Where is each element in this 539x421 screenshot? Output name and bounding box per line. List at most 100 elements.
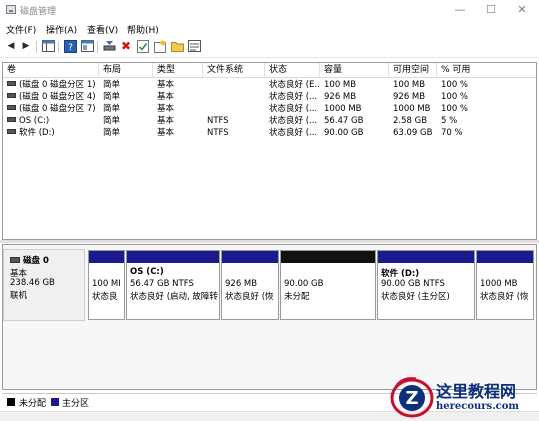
disk-management-app-icon: [6, 5, 16, 14]
view-icon[interactable]: [187, 40, 201, 53]
partition-type-bar: [378, 251, 474, 263]
cell-status: 状态良好 (...: [269, 128, 318, 138]
close-button[interactable]: ✕: [509, 2, 535, 18]
cell-filesystem: [203, 79, 265, 91]
volume-name: (磁盘 0 磁盘分区 7): [19, 104, 96, 114]
cell-capacity: 90.00 GB: [324, 128, 364, 138]
cell-percent-free: 100 %: [441, 92, 469, 102]
menu-action[interactable]: 操作(A): [46, 23, 77, 36]
table-row[interactable]: 软件 (D:) 简单 基本 NTFS 状态良好 (... 90.00 GB 63…: [3, 127, 536, 139]
partition-status: 状态良好 (恢: [225, 292, 274, 302]
column-header-layout[interactable]: 布局: [99, 63, 153, 77]
cell-percent-free: 70 %: [441, 128, 463, 138]
partition-recovery-926mb[interactable]: 926 MB 状态良好 (恢: [221, 250, 279, 320]
new-volume-icon[interactable]: [153, 40, 167, 53]
cell-volume: (磁盘 0 磁盘分区 7): [3, 103, 99, 115]
partition-os-c[interactable]: OS (C:) 56.47 GB NTFS 状态良好 (启动, 故障转: [126, 250, 220, 320]
help-icon[interactable]: ?: [63, 40, 77, 53]
partition-type-bar: [127, 251, 219, 263]
cell-filesystem: NTFS: [207, 128, 229, 138]
cell-layout: 简单: [103, 104, 121, 114]
cell-percent-free: 100 %: [441, 80, 469, 90]
disk-status: 联机: [10, 291, 28, 301]
legend-swatch-primary: [51, 398, 59, 406]
partition-size: 926 MB: [225, 279, 258, 289]
column-header-volume[interactable]: 卷: [3, 63, 99, 77]
connect-disk-icon[interactable]: [102, 40, 116, 53]
cell-capacity: 100 MB: [324, 80, 357, 90]
table-row[interactable]: OS (C:) 简单 基本 NTFS 状态良好 (... 56.47 GB 2.…: [3, 115, 536, 127]
watermark-logo: Z 这里教程网 herecours.com: [386, 372, 539, 421]
cell-filesystem: [203, 103, 265, 115]
volume-icon: [7, 129, 16, 134]
cell-type: 基本: [157, 116, 175, 126]
watermark-letter: Z: [405, 388, 418, 409]
properties-icon[interactable]: [80, 40, 94, 53]
table-row[interactable]: (磁盘 0 磁盘分区 4) 简单 基本 状态良好 (... 926 MB 926…: [3, 91, 536, 103]
disk-icon: [10, 257, 20, 263]
column-header-capacity[interactable]: 容量: [320, 63, 389, 77]
column-header-free-space[interactable]: 可用空间: [389, 63, 437, 77]
column-header-status[interactable]: 状态: [265, 63, 320, 77]
minimize-button[interactable]: —: [447, 2, 473, 18]
partition-type-bar: [281, 251, 375, 263]
cell-capacity: 1000 MB: [324, 104, 362, 114]
partition-status: 状态良: [92, 292, 118, 302]
disk-size: 238.46 GB: [10, 278, 55, 288]
menu-view[interactable]: 查看(V): [87, 23, 118, 36]
svg-text:?: ?: [68, 43, 73, 53]
partition-1[interactable]: 100 MI 状态良: [88, 250, 125, 320]
menu-help[interactable]: 帮助(H): [127, 23, 159, 36]
cell-volume: (磁盘 0 磁盘分区 4): [3, 91, 99, 103]
column-header-percent-free[interactable]: % 可用: [437, 63, 536, 77]
partition-type-bar: [222, 251, 278, 263]
table-row[interactable]: (磁盘 0 磁盘分区 1) 简单 基本 状态良好 (E... 100 MB 10…: [3, 79, 536, 91]
column-header-type[interactable]: 类型: [153, 63, 203, 77]
back-button[interactable]: ◀: [4, 40, 18, 53]
partition-size: 90.00 GB NTFS: [381, 279, 445, 289]
partition-status: 状态良好 (主分区): [381, 292, 450, 302]
menu-file[interactable]: 文件(F): [6, 23, 36, 36]
delete-icon[interactable]: ✖: [119, 40, 133, 53]
cell-free-space: 2.58 GB: [393, 116, 428, 126]
partition-unallocated[interactable]: 90.00 GB 未分配: [280, 250, 376, 320]
column-header-filesystem[interactable]: 文件系统: [203, 63, 265, 77]
cell-free-space: 926 MB: [393, 92, 426, 102]
disk-0-label[interactable]: 磁盘 0 基本 238.46 GB 联机: [3, 249, 85, 321]
partition-software-d[interactable]: 软件 (D:) 90.00 GB NTFS 状态良好 (主分区): [377, 250, 475, 320]
maximize-button[interactable]: ☐: [478, 2, 504, 18]
cell-status: 状态良好 (...: [269, 116, 318, 126]
cell-capacity: 926 MB: [324, 92, 357, 102]
volume-icon: [7, 93, 16, 98]
cell-free-space: 100 MB: [393, 80, 426, 90]
volume-list-header: 卷 布局 类型 文件系统 状态 容量 可用空间 % 可用: [3, 63, 536, 78]
console-tree-icon[interactable]: [41, 40, 55, 53]
cell-status: 状态良好 (E...: [269, 80, 320, 90]
cell-capacity: 56.47 GB: [324, 116, 364, 126]
toolbar-separator: [58, 41, 59, 53]
folder-icon[interactable]: [170, 40, 184, 53]
cell-layout: 简单: [103, 116, 121, 126]
legend-label-primary: 主分区: [62, 399, 90, 409]
partition-recovery-1000mb[interactable]: 1000 MB 状态良好 (恢: [476, 250, 534, 320]
toolbar-separator: [36, 41, 37, 53]
volume-name: OS (C:): [19, 116, 50, 126]
cell-percent-free: 100 %: [441, 104, 469, 114]
cell-volume: (磁盘 0 磁盘分区 1): [3, 79, 99, 91]
volume-icon: [7, 81, 16, 86]
watermark-domain: herecours.com: [436, 401, 520, 412]
volume-list[interactable]: 卷 布局 类型 文件系统 状态 容量 可用空间 % 可用 (磁盘 0 磁盘分区 …: [2, 62, 537, 240]
partition-size: 56.47 GB NTFS: [130, 279, 194, 289]
cell-layout: 简单: [103, 128, 121, 138]
table-row[interactable]: (磁盘 0 磁盘分区 7) 简单 基本 状态良好 (... 1000 MB 10…: [3, 103, 536, 115]
pane-splitter[interactable]: [0, 240, 539, 243]
check-icon[interactable]: [136, 40, 150, 53]
menu-bar: 文件(F) 操作(A) 查看(V) 帮助(H): [0, 20, 539, 36]
legend-swatch-unallocated: [7, 398, 15, 406]
partition-status: 未分配: [284, 292, 310, 302]
cell-type: 基本: [157, 92, 175, 102]
partition-status: 状态良好 (恢: [480, 292, 529, 302]
toolbar: ◀ ▶ ? ✖: [0, 37, 539, 58]
forward-button[interactable]: ▶: [19, 40, 33, 53]
volume-name: (磁盘 0 磁盘分区 4): [19, 92, 96, 102]
